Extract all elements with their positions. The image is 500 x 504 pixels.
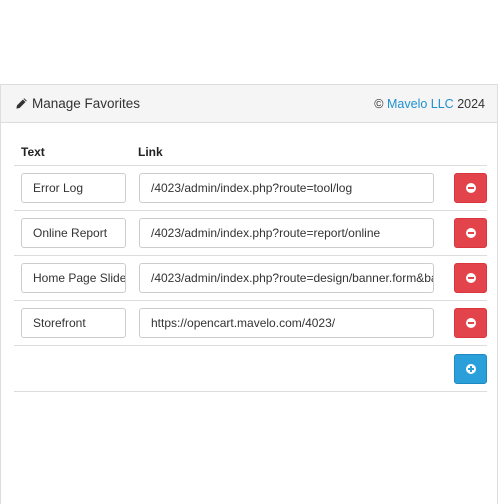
panel-title: Manage Favorites	[32, 96, 141, 111]
header-text: Text	[21, 145, 45, 159]
add-row	[14, 346, 487, 392]
minus-circle-icon	[465, 183, 476, 193]
link-input[interactable]: https://opencart.mavelo.com/4023/	[139, 308, 434, 338]
text-input[interactable]: Home Page Slide	[21, 263, 126, 293]
minus-circle-icon	[465, 228, 476, 238]
remove-button[interactable]	[454, 173, 487, 203]
brand-link[interactable]: Mavelo LLC	[387, 97, 454, 111]
link-input[interactable]: /4023/admin/index.php?route=tool/log	[139, 173, 434, 203]
table-row: Storefront https://opencart.mavelo.com/4…	[14, 301, 487, 346]
panel-heading: Manage Favorites © Mavelo LLC 2024	[1, 85, 497, 123]
pencil-icon	[15, 97, 28, 110]
remove-button[interactable]	[454, 308, 487, 338]
table-row: Home Page Slide /4023/admin/index.php?ro…	[14, 256, 487, 301]
table-row: Online Report /4023/admin/index.php?rout…	[14, 211, 487, 256]
copyright-symbol: ©	[374, 96, 384, 111]
minus-circle-icon	[465, 273, 476, 283]
link-input[interactable]: /4023/admin/index.php?route=design/banne…	[139, 263, 434, 293]
table-header: Text Link	[14, 139, 487, 166]
copyright: © Mavelo LLC 2024	[374, 97, 485, 111]
remove-button[interactable]	[454, 218, 487, 248]
copyright-year: 2024	[457, 96, 485, 111]
add-favorite-button[interactable]	[454, 353, 487, 384]
header-link: Link	[138, 145, 163, 159]
text-input[interactable]: Storefront	[21, 308, 126, 338]
favorites-panel: Manage Favorites © Mavelo LLC 2024 Text …	[0, 84, 498, 504]
text-input[interactable]: Error Log	[21, 173, 126, 203]
plus-circle-icon	[465, 363, 476, 374]
remove-button[interactable]	[454, 263, 487, 293]
link-input[interactable]: /4023/admin/index.php?route=report/onlin…	[139, 218, 434, 248]
panel-title-group: Manage Favorites	[15, 96, 140, 111]
favorites-table: Text Link Error Log /4023/admin/index.ph…	[14, 139, 487, 392]
text-input[interactable]: Online Report	[21, 218, 126, 248]
minus-circle-icon	[465, 318, 476, 328]
table-row: Error Log /4023/admin/index.php?route=to…	[14, 166, 487, 211]
